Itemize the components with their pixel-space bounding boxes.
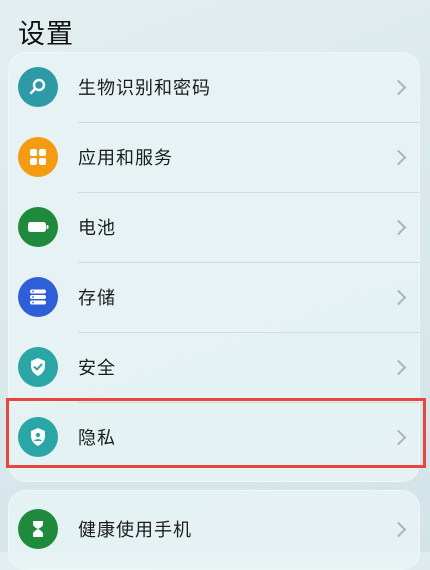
settings-item-label: 安全 (78, 358, 116, 379)
chevron-right-icon (390, 149, 407, 165)
settings-item-storage[interactable]: 存储 (8, 262, 420, 332)
shield-check-icon (18, 347, 58, 387)
chevron-right-icon (390, 359, 407, 375)
apps-grid-icon (18, 137, 58, 177)
settings-item-label: 应用和服务 (78, 148, 173, 169)
key-icon (18, 67, 58, 107)
settings-item-biometrics[interactable]: 生物识别和密码 (8, 52, 420, 122)
chevron-right-icon (390, 289, 407, 305)
chevron-right-icon (390, 219, 407, 235)
settings-item-battery[interactable]: 电池 (8, 192, 420, 262)
battery-icon (18, 207, 58, 247)
settings-item-security[interactable]: 安全 (8, 332, 420, 402)
page-title: 设置 (18, 19, 74, 50)
highlight-box (6, 398, 426, 468)
settings-item-digital-balance[interactable]: 健康使用手机 (8, 494, 420, 564)
chevron-right-icon (390, 79, 407, 95)
settings-item-label: 电池 (78, 218, 116, 239)
chevron-right-icon (390, 521, 407, 537)
settings-item-label: 存储 (78, 288, 116, 309)
settings-item-apps[interactable]: 应用和服务 (8, 122, 420, 192)
settings-item-label: 生物识别和密码 (78, 78, 211, 99)
settings-item-label: 健康使用手机 (78, 520, 192, 541)
hourglass-icon (18, 509, 58, 549)
storage-icon (18, 277, 58, 317)
